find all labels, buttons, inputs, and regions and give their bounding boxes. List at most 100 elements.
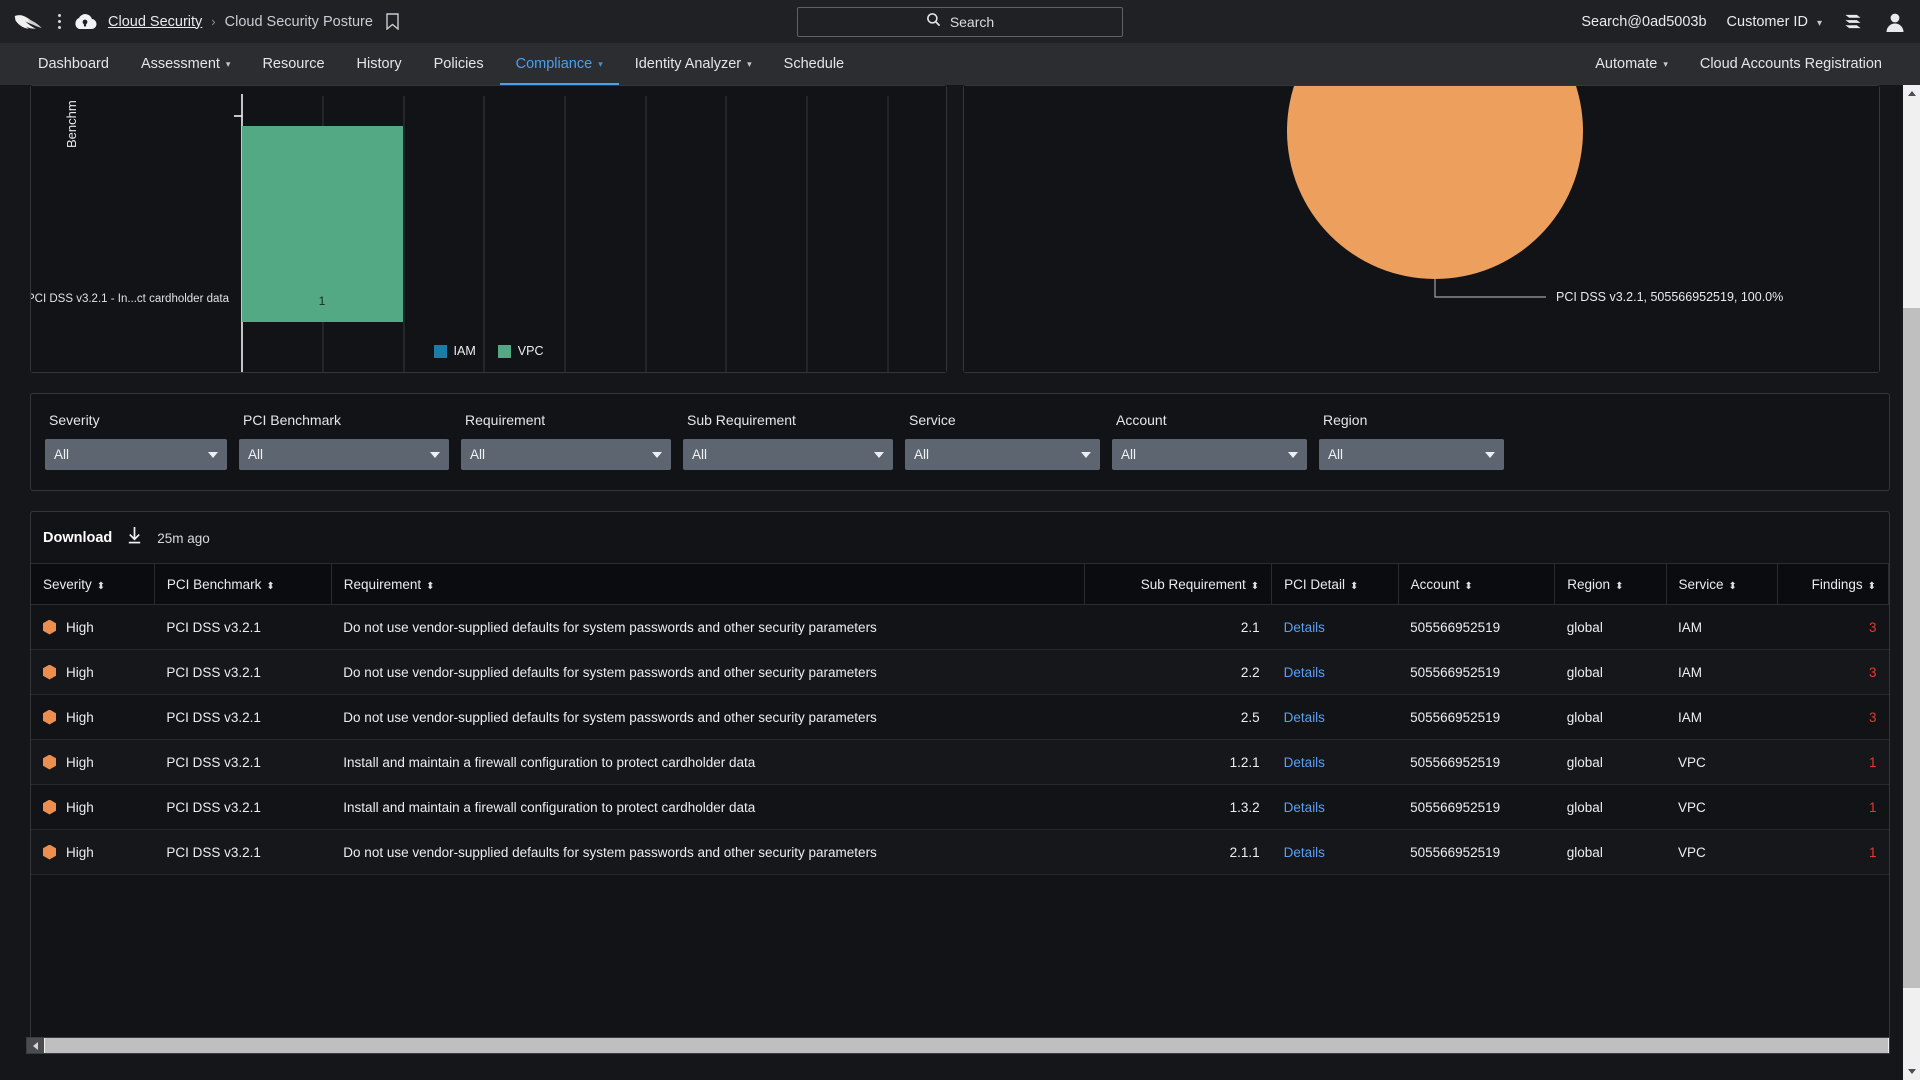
filter-sub-requirement-select[interactable]: All xyxy=(683,439,893,470)
last-updated-label: 25m ago xyxy=(157,531,210,546)
nav-label: History xyxy=(357,56,402,72)
user-avatar-icon[interactable] xyxy=(1884,11,1906,33)
download-icon[interactable] xyxy=(126,526,143,550)
user-email-label: Search@0ad5003b xyxy=(1581,14,1706,30)
pci-detail-link[interactable]: Details xyxy=(1284,800,1325,815)
pci-detail-link[interactable]: Details xyxy=(1284,710,1325,725)
filter-service-select[interactable]: All xyxy=(905,439,1100,470)
nav-item-assessment[interactable]: Assessment▾ xyxy=(125,43,247,85)
cell-service: IAM xyxy=(1666,650,1777,695)
nav-item-identity-analyzer[interactable]: Identity Analyzer▾ xyxy=(619,43,768,85)
column-header-severity[interactable]: Severity ⬍ xyxy=(31,564,154,605)
filter-account-select[interactable]: All xyxy=(1112,439,1307,470)
severity-label: High xyxy=(66,755,94,770)
vertical-scroll-thumb[interactable] xyxy=(1903,308,1920,988)
column-header-findings[interactable]: Findings⬍ xyxy=(1777,564,1888,605)
table-row[interactable]: HighPCI DSS v3.2.1Do not use vendor-supp… xyxy=(31,695,1889,740)
cell-pci_detail[interactable]: Details xyxy=(1272,785,1398,830)
legend-label: VPC xyxy=(518,344,544,358)
table-row[interactable]: HighPCI DSS v3.2.1Do not use vendor-supp… xyxy=(31,605,1889,650)
cell-service: IAM xyxy=(1666,605,1777,650)
nav-item-automate[interactable]: Automate▾ xyxy=(1579,43,1684,85)
table-row[interactable]: HighPCI DSS v3.2.1Install and maintain a… xyxy=(31,740,1889,785)
filter-pci-benchmark-select[interactable]: All xyxy=(239,439,449,470)
filter-label: Severity xyxy=(45,412,227,428)
sort-toggle-icon[interactable]: ⬍ xyxy=(1350,582,1358,592)
cell-severity: High xyxy=(31,740,154,785)
download-row: Download 25m ago xyxy=(31,512,1889,563)
column-header-region[interactable]: Region⬍ xyxy=(1555,564,1666,605)
customer-id-dropdown[interactable]: Customer ID ▾ xyxy=(1727,14,1822,30)
nav-item-history[interactable]: History xyxy=(341,43,418,85)
nav-item-cloud-accounts-registration[interactable]: Cloud Accounts Registration xyxy=(1684,43,1898,85)
legend-item-vpc[interactable]: VPC xyxy=(498,344,544,358)
column-header-benchmark[interactable]: PCI Benchmark⬍ xyxy=(154,564,331,605)
cell-sub_requirement: 1.2.1 xyxy=(1085,740,1272,785)
scroll-down-arrow-icon[interactable] xyxy=(1903,1063,1920,1080)
search-input[interactable]: Search xyxy=(797,7,1123,37)
legend-item-iam[interactable]: IAM xyxy=(434,344,476,358)
cell-pci_detail[interactable]: Details xyxy=(1272,695,1398,740)
filter-requirement-select[interactable]: All xyxy=(461,439,671,470)
horizontal-scroll-thumb[interactable] xyxy=(45,1038,1888,1053)
vertical-scroll-track[interactable] xyxy=(1903,102,1920,1063)
severity-label: High xyxy=(66,710,94,725)
download-button[interactable]: Download xyxy=(43,530,112,546)
sort-toggle-icon[interactable]: ⬍ xyxy=(1729,582,1737,592)
filter-severity-select[interactable]: All xyxy=(45,439,227,470)
nav-label: Assessment xyxy=(141,56,220,72)
cell-pci_detail[interactable]: Details xyxy=(1272,605,1398,650)
cell-benchmark: PCI DSS v3.2.1 xyxy=(154,695,331,740)
sort-toggle-icon[interactable]: ⬍ xyxy=(1464,582,1472,592)
filter-label: Service xyxy=(905,412,1100,428)
notes-icon[interactable] xyxy=(1842,12,1864,31)
nav-item-resource[interactable]: Resource xyxy=(246,43,340,85)
pci-detail-link[interactable]: Details xyxy=(1284,755,1325,770)
sort-toggle-icon[interactable]: ⬍ xyxy=(1251,582,1259,592)
column-header-sub_requirement[interactable]: Sub Requirement⬍ xyxy=(1085,564,1272,605)
nav-item-compliance[interactable]: Compliance▾ xyxy=(500,43,619,85)
filter-label: Account xyxy=(1112,412,1307,428)
nav-item-schedule[interactable]: Schedule xyxy=(768,43,860,85)
sort-toggle-icon[interactable]: ⬍ xyxy=(97,582,105,592)
column-header-pci_detail[interactable]: PCI Detail⬍ xyxy=(1272,564,1398,605)
nav-item-policies[interactable]: Policies xyxy=(418,43,500,85)
pci-detail-link[interactable]: Details xyxy=(1284,620,1325,635)
account-pie-chart[interactable]: PCI DSS v3.2.1, 505566952519, 100.0% xyxy=(964,86,1879,372)
column-header-label: Severity xyxy=(43,577,92,592)
pci-detail-link[interactable]: Details xyxy=(1284,845,1325,860)
sort-toggle-icon[interactable]: ⬍ xyxy=(1615,582,1623,592)
cell-severity: High xyxy=(31,650,154,695)
cloud-security-icon[interactable] xyxy=(72,9,98,35)
sort-toggle-icon[interactable]: ⬍ xyxy=(426,582,434,592)
sort-toggle-icon[interactable]: ⬍ xyxy=(266,582,274,592)
cell-pci_detail[interactable]: Details xyxy=(1272,650,1398,695)
cell-pci_detail[interactable]: Details xyxy=(1272,830,1398,875)
breadcrumb-root-link[interactable]: Cloud Security xyxy=(108,14,202,30)
nav-label: Identity Analyzer xyxy=(635,56,741,72)
horizontal-scrollbar[interactable] xyxy=(26,1037,1890,1054)
table-row[interactable]: HighPCI DSS v3.2.1Do not use vendor-supp… xyxy=(31,650,1889,695)
column-header-account[interactable]: Account⬍ xyxy=(1398,564,1555,605)
nav-item-dashboard[interactable]: Dashboard xyxy=(22,43,125,85)
customer-id-label: Customer ID xyxy=(1727,14,1808,30)
filter-region-select[interactable]: All xyxy=(1319,439,1504,470)
table-row[interactable]: HighPCI DSS v3.2.1Install and maintain a… xyxy=(31,785,1889,830)
scroll-up-arrow-icon[interactable] xyxy=(1903,85,1920,102)
benchmark-bar-chart[interactable]: Benchm 1 xyxy=(31,86,946,372)
table-row[interactable]: HighPCI DSS v3.2.1Do not use vendor-supp… xyxy=(31,830,1889,875)
vertical-scrollbar[interactable] xyxy=(1903,85,1920,1080)
bookmark-icon[interactable] xyxy=(386,13,399,30)
column-header-service[interactable]: Service⬍ xyxy=(1666,564,1777,605)
column-header-requirement[interactable]: Requirement⬍ xyxy=(331,564,1084,605)
chevron-down-icon: ▾ xyxy=(1817,18,1822,29)
cell-pci_detail[interactable]: Details xyxy=(1272,740,1398,785)
pci-detail-link[interactable]: Details xyxy=(1284,665,1325,680)
falcon-logo-icon[interactable] xyxy=(14,11,44,33)
scroll-left-arrow-icon[interactable] xyxy=(27,1038,44,1053)
kebab-menu-icon[interactable] xyxy=(50,14,68,29)
cell-account: 505566952519 xyxy=(1398,650,1555,695)
severity-hexagon-icon xyxy=(43,845,56,860)
cell-sub_requirement: 2.1.1 xyxy=(1085,830,1272,875)
sort-toggle-icon[interactable]: ⬍ xyxy=(1868,582,1876,592)
